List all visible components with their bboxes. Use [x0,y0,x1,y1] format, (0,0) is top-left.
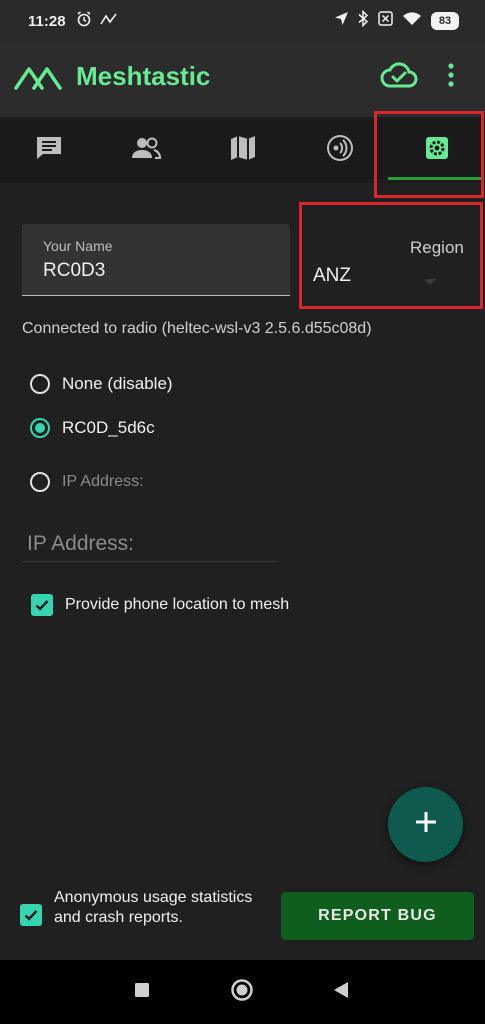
app-bar: Meshtastic [0,42,485,117]
add-fab-button[interactable] [388,787,463,862]
square-icon [134,982,150,1003]
ip-address-input[interactable]: IP Address: [22,530,278,562]
wifi-icon [402,11,422,30]
status-time: 11:28 [28,12,66,30]
system-nav-bar [0,960,485,1024]
radio-label: RC0D_5d6c [62,418,155,437]
cloud-sync-button[interactable] [380,60,418,95]
checkbox-checked[interactable] [31,594,53,616]
chevron-down-icon[interactable] [424,273,436,291]
ip-address-placeholder: IP Address: [27,532,135,555]
battery-icon: 83 [431,11,459,30]
alarm-icon [76,11,92,31]
tab-messages[interactable] [0,117,97,183]
region-label: Region [410,238,464,257]
report-bug-button[interactable]: REPORT BUG [281,892,474,940]
radio-button[interactable] [30,472,50,492]
triangle-back-icon [333,981,349,1004]
map-icon [229,134,257,167]
anonymous-usage-label: Anonymous usage statistics and crash rep… [54,889,253,926]
checkbox-checked[interactable] [20,904,42,926]
your-name-field[interactable]: Your Name RC0D3 [22,224,290,296]
radio-option-ip[interactable]: IP Address: [30,472,144,492]
radio-wave-icon [325,133,355,168]
your-name-input[interactable]: RC0D3 [43,260,105,282]
recents-button[interactable] [130,960,154,1024]
overflow-menu-button[interactable] [446,62,456,93]
meshtastic-logo-icon [14,66,62,95]
plus-icon [415,811,437,838]
sim-x-icon [378,11,393,30]
provide-location-label: Provide phone location to mesh [65,596,290,613]
provide-location-checkbox-row[interactable]: Provide phone location to mesh [31,594,289,616]
connection-status: Connected to radio (heltec-wsl-v3 2.5.6.… [22,320,372,337]
your-name-label: Your Name [43,238,113,254]
home-button[interactable] [229,960,255,1024]
chat-icon [34,134,64,167]
tab-nodes[interactable] [97,117,194,183]
radio-button-selected[interactable] [30,418,50,438]
location-arrow-icon [334,11,349,30]
radio-label: IP Address: [62,473,144,490]
people-icon [131,136,161,165]
bluetooth-icon [358,9,369,31]
status-bar: 11:28 83 [0,0,485,42]
settings-tab-highlight [374,111,484,198]
region-select[interactable]: ANZ [313,265,351,287]
tab-map[interactable] [194,117,291,183]
radio-label: None (disable) [62,374,173,393]
signal-graph-icon [99,12,118,30]
radio-option-device[interactable]: RC0D_5d6c [30,418,155,438]
circle-icon [230,978,254,1007]
back-button[interactable] [331,960,351,1024]
radio-option-none[interactable]: None (disable) [30,374,173,394]
anonymous-checkbox-row[interactable] [20,904,42,926]
radio-button[interactable] [30,374,50,394]
app-title: Meshtastic [76,61,211,91]
